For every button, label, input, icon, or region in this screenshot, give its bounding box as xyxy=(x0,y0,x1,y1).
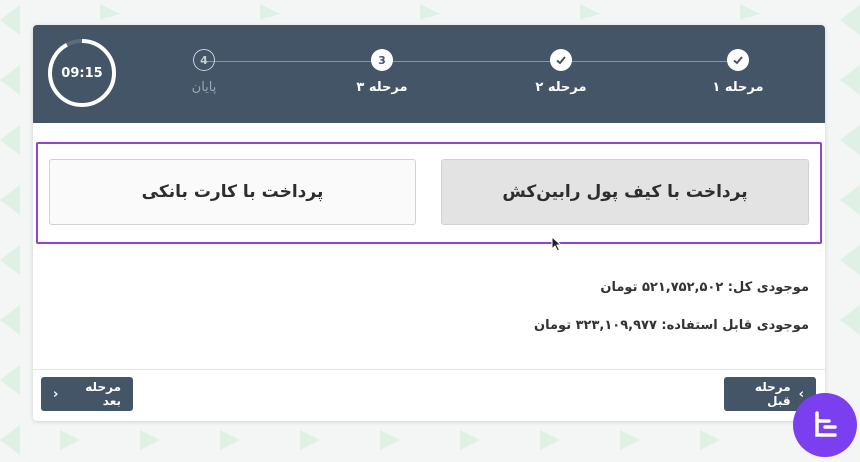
pay-with-bank-card-button[interactable]: پرداخت با کارت بانکی xyxy=(49,159,416,225)
step-4: 4 پایان xyxy=(149,49,259,95)
step-3: 3 مرحله ۳ xyxy=(327,49,437,95)
step-2-label: مرحله ۲ xyxy=(535,80,587,95)
mouse-cursor-icon xyxy=(551,235,563,256)
step-4-label: پایان xyxy=(191,80,217,95)
step-1: مرحله ۱ xyxy=(683,49,793,95)
steps-connector xyxy=(204,61,737,62)
pay-with-wallet-button[interactable]: پرداخت با کیف پول رابین‌کش xyxy=(441,159,809,225)
step-2: مرحله ۲ xyxy=(506,49,616,95)
chevron-left-icon: ‹ xyxy=(53,386,59,402)
available-balance: موجودی قابل استفاده: ۳۲۳,۱۰۹,۹۷۷ تومان xyxy=(534,318,809,333)
brand-logo-icon xyxy=(793,393,857,457)
steps-header: 09:15 مرحله ۱ مرحله ۲ 3 مرحله ۳ 4 پایان xyxy=(33,25,825,123)
previous-step-label: مرحله قبل xyxy=(754,380,791,408)
step-1-label: مرحله ۱ xyxy=(712,80,764,95)
payment-card: 09:15 مرحله ۱ مرحله ۲ 3 مرحله ۳ 4 پایان … xyxy=(33,25,825,421)
next-step-button[interactable]: مرحله بعد ‹ xyxy=(41,377,133,411)
check-icon xyxy=(550,49,572,71)
footer-divider xyxy=(33,369,825,370)
timer-text: 09:15 xyxy=(61,65,103,81)
step-3-number: 3 xyxy=(371,49,393,71)
total-balance: موجودی کل: ۵۲۱,۷۵۲,۵۰۲ تومان xyxy=(600,280,809,295)
check-icon xyxy=(727,49,749,71)
countdown-timer: 09:15 xyxy=(47,38,117,108)
step-4-number: 4 xyxy=(193,49,215,71)
chevron-right-icon: › xyxy=(798,386,804,402)
step-3-label: مرحله ۳ xyxy=(356,80,408,95)
next-step-label: مرحله بعد xyxy=(85,380,121,408)
